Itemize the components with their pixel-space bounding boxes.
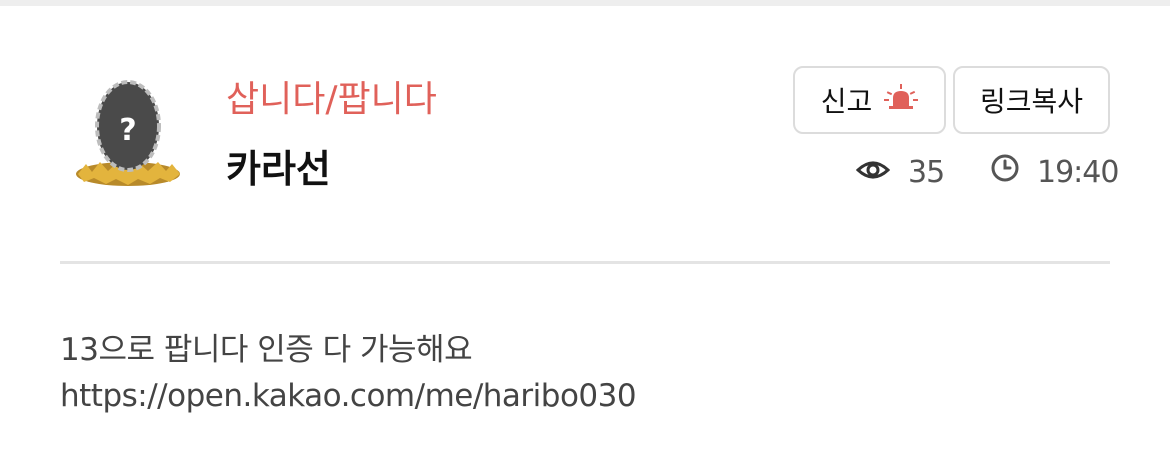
report-button-label: 신고 [820, 85, 873, 118]
post-time: 19:40 [989, 150, 1119, 194]
view-count-value: 35 [908, 154, 945, 190]
view-count: 35 [855, 150, 945, 194]
post-time-value: 19:40 [1037, 154, 1119, 190]
mystery-egg-avatar-icon: ? [76, 80, 180, 186]
avatar: ? [72, 78, 184, 194]
siren-icon [884, 83, 919, 117]
copy-link-button-label: 링크복사 [979, 85, 1084, 118]
clock-icon [989, 152, 1021, 192]
post-body-line: 13으로 팝니다 인증 다 가능해요 [60, 332, 473, 368]
svg-text:?: ? [119, 113, 136, 148]
header-divider [60, 261, 1110, 264]
post-category[interactable]: 삽니다/팝니다 [226, 78, 437, 122]
copy-link-button[interactable]: 링크복사 [953, 66, 1110, 134]
author-name[interactable]: 카라선 [226, 146, 331, 192]
top-separator [0, 0, 1170, 6]
post-body-link[interactable]: https://open.kakao.com/me/haribo030 [60, 373, 1110, 419]
eye-icon [855, 155, 891, 190]
post-body: 13으로 팝니다 인증 다 가능해요 https://open.kakao.co… [60, 327, 1110, 419]
report-button[interactable]: 신고 [793, 66, 946, 134]
